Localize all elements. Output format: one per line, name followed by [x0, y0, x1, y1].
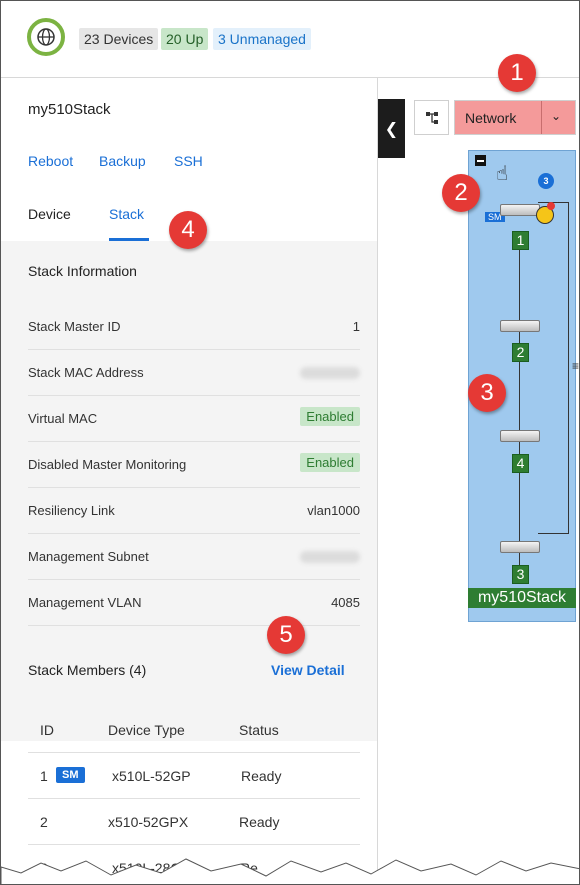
callout-1: 1: [498, 54, 536, 92]
row-label: Resiliency Link: [28, 503, 115, 518]
node-number-1: 1: [512, 231, 529, 250]
switch-node-4[interactable]: [500, 430, 540, 442]
stack-mac-address-row: Stack MAC Address: [28, 349, 360, 396]
member-status: Ready: [241, 768, 282, 784]
row-value: vlan1000: [307, 503, 360, 518]
stack-ring-line: [568, 202, 569, 534]
app-window: 23 Devices 20 Up 3 Unmanaged my510Stack …: [0, 0, 580, 885]
member-id: 2: [40, 814, 48, 830]
stack-master-id-row: Stack Master ID 1: [28, 303, 360, 350]
dropdown-divider: [541, 101, 542, 134]
stack-ring-bottom: [538, 533, 568, 534]
management-vlan-row: Management VLAN 4085: [28, 579, 360, 626]
callout-3: 3: [468, 374, 506, 412]
torn-edge-decoration: [1, 858, 579, 884]
node-number-2: 2: [512, 343, 529, 362]
node-number-4: 4: [512, 454, 529, 473]
alarm-badge: [547, 202, 555, 210]
callout-4: 4: [169, 211, 207, 249]
member-status: Ready: [239, 814, 280, 830]
row-label: Management VLAN: [28, 595, 142, 610]
reboot-button[interactable]: Reboot: [28, 153, 73, 169]
stack-link-line: [519, 232, 520, 582]
network-view-label: Network: [465, 110, 517, 126]
node-number-3: 3: [512, 565, 529, 584]
devices-count-pill[interactable]: 23 Devices: [79, 28, 159, 50]
member-device-type: x510-52GPX: [108, 814, 189, 830]
hand-cursor-icon: ☝: [496, 163, 509, 185]
overflow-indicator: ≡: [572, 359, 580, 373]
unmanaged-count-pill[interactable]: 3 Unmanaged: [213, 28, 311, 50]
backup-button[interactable]: Backup: [99, 153, 146, 169]
disabled-master-monitoring-row: Disabled Master Monitoring Enabled: [28, 441, 360, 488]
stack-information-title: Stack Information: [28, 263, 137, 279]
column-header-status[interactable]: Status: [239, 722, 279, 738]
network-view-dropdown[interactable]: Network ⌄: [454, 100, 576, 135]
table-row[interactable]: 2 x510-52GPX Ready: [28, 798, 360, 845]
ssh-button[interactable]: SSH: [174, 153, 203, 169]
device-name: my510Stack: [28, 101, 111, 118]
topology-icon: [425, 111, 438, 124]
row-value: 4085: [331, 595, 360, 610]
row-label: Disabled Master Monitoring: [28, 457, 187, 472]
column-header-device-type[interactable]: Device Type: [108, 722, 185, 738]
stack-name-label: my510Stack: [468, 588, 576, 608]
tab-stack[interactable]: Stack: [109, 206, 144, 222]
member-count-badge: 3: [538, 173, 554, 189]
chevron-left-icon: ❮: [384, 120, 399, 138]
table-row[interactable]: 1 SM x510L-52GP Ready: [28, 752, 360, 799]
switch-node-1[interactable]: [500, 204, 540, 216]
row-label: Management Subnet: [28, 549, 149, 564]
enabled-badge: Enabled: [300, 453, 360, 472]
collapse-panel-button[interactable]: ❮: [378, 99, 405, 158]
row-label: Stack MAC Address: [28, 365, 144, 380]
member-id: 1: [40, 768, 48, 784]
switch-node-3[interactable]: [500, 541, 540, 553]
tab-device[interactable]: Device: [28, 206, 71, 222]
member-device-type: x510L-52GP: [112, 768, 191, 784]
enabled-badge: Enabled: [300, 407, 360, 426]
row-value: 1: [352, 319, 360, 334]
redacted-value: [300, 551, 360, 563]
view-detail-link[interactable]: View Detail: [271, 662, 345, 678]
row-label: Stack Master ID: [28, 319, 121, 334]
callout-5: 5: [267, 616, 305, 654]
globe-icon[interactable]: [27, 18, 65, 56]
switch-node-2[interactable]: [500, 320, 540, 332]
device-details-panel: my510Stack Reboot Backup SSH Device Stac…: [1, 78, 378, 884]
resiliency-link-row: Resiliency Link vlan1000: [28, 487, 360, 534]
stack-master-badge: SM: [56, 765, 85, 783]
collapse-group-icon[interactable]: [475, 155, 486, 166]
row-label: Virtual MAC: [28, 411, 98, 426]
top-status-bar: 23 Devices 20 Up 3 Unmanaged: [1, 1, 579, 78]
column-header-id[interactable]: ID: [40, 722, 54, 738]
redacted-value: [300, 367, 360, 379]
chevron-down-icon[interactable]: ⌄: [551, 109, 561, 123]
topology-layout-button[interactable]: [414, 100, 449, 135]
up-count-pill[interactable]: 20 Up: [161, 28, 209, 50]
management-subnet-row: Management Subnet: [28, 533, 360, 580]
virtual-mac-row: Virtual MAC Enabled: [28, 395, 360, 442]
callout-2: 2: [442, 174, 480, 212]
stack-members-title: Stack Members (4): [28, 662, 147, 678]
